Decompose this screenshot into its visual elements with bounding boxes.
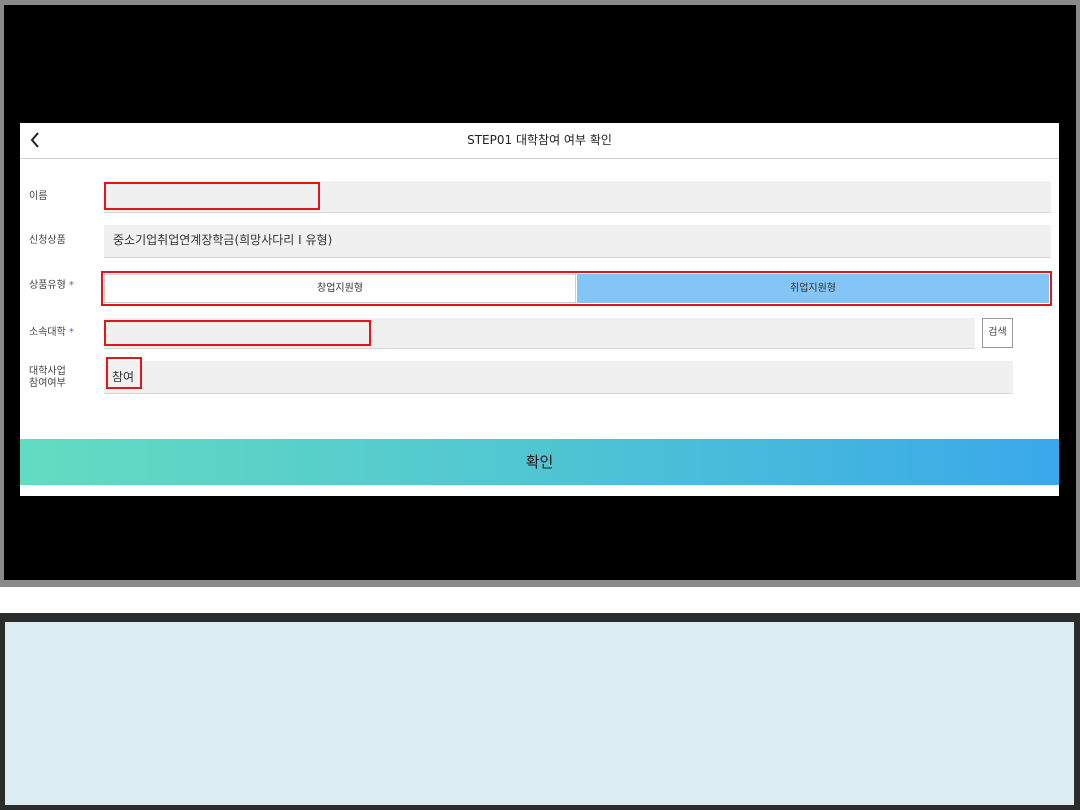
page-header: STEP01 대학참여 여부 확인 — [20, 123, 1059, 159]
name-label: 이름 — [29, 191, 48, 202]
highlight-name — [104, 182, 320, 210]
required-mark: * — [68, 280, 74, 291]
product-type-label: 상품유형 * — [29, 280, 74, 291]
highlight-product-type — [101, 271, 1052, 306]
highlight-university — [104, 320, 371, 346]
participation-label: 대학사업 참여여부 — [29, 366, 66, 389]
bottom-frame — [0, 613, 1080, 810]
product-label: 신청상품 — [29, 235, 66, 246]
product-value: 중소기업취업연계장학금(희망사다리 I 유형) — [113, 233, 333, 247]
product-field: 중소기업취업연계장학금(희망사다리 I 유형) — [104, 225, 1051, 258]
highlight-participation — [106, 357, 142, 389]
bottom-blank-panel — [5, 622, 1074, 805]
app-panel: STEP01 대학참여 여부 확인 이름 신청상품 중소기업취업연계장학금(희망… — [20, 123, 1059, 496]
search-button[interactable]: 검색 — [982, 318, 1013, 348]
confirm-button[interactable]: 확인 — [20, 439, 1059, 485]
university-label: 소속대학 * — [29, 327, 74, 338]
required-mark: * — [68, 327, 74, 338]
page-title: STEP01 대학참여 여부 확인 — [467, 133, 612, 147]
participation-field: 참여 — [104, 361, 1013, 394]
